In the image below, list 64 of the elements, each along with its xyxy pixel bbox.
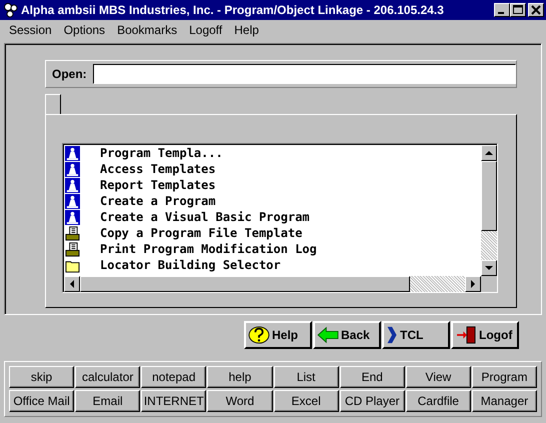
down-arrow-icon[interactable] [485,264,493,272]
list-item[interactable]: Create a Visual Basic Program [100,210,310,224]
minimize-button[interactable] [494,3,510,17]
question-icon [248,326,270,344]
chevron-icon [386,326,398,344]
maximize-icon [513,5,523,15]
list-item[interactable]: Copy a Program File Template [100,226,302,240]
shortcut-button[interactable]: Office Mail [9,390,74,412]
shortcut-button[interactable]: skip [9,366,74,388]
menu-item[interactable]: Session [4,23,57,37]
open-label: Open: [52,67,87,81]
shortcut-button[interactable]: Excel [274,390,339,412]
person-icon [65,210,80,224]
shortcut-button[interactable]: List [274,366,339,388]
person-icon [65,162,80,176]
shortcut-button[interactable]: INTERNET [141,390,206,412]
shortcut-button[interactable]: Manager [472,390,537,412]
open-field[interactable] [92,64,516,84]
menu-item[interactable]: Logoff [184,23,228,37]
app-icon [3,2,19,18]
shortcut-button[interactable]: notepad [141,366,206,388]
scroll-thumb[interactable] [481,161,497,231]
close-icon [531,5,541,15]
printer-icon [65,226,80,240]
printer-icon [65,242,80,256]
list-item[interactable]: Program Templa... [100,146,223,160]
back-button[interactable]: Back [313,321,381,349]
horizontal-scrollbar[interactable] [64,276,497,292]
tcl-button[interactable]: TCL [382,321,450,349]
shortcut-button[interactable]: calculator [75,366,140,388]
person-icon [65,194,80,208]
menu-item[interactable]: Options [58,23,110,37]
person-icon [65,146,80,160]
left-arrow-icon[interactable] [68,280,76,288]
tab[interactable] [45,94,61,114]
right-arrow-icon[interactable] [469,280,477,288]
shortcut-button[interactable]: Email [75,390,140,412]
up-arrow-icon[interactable] [485,149,493,157]
list-item[interactable]: Create a Program [100,194,216,208]
shortcut-button[interactable]: Program [472,366,537,388]
close-button[interactable] [528,3,544,17]
shortcut-button[interactable]: help [207,366,272,388]
menu-item[interactable]: Bookmarks [112,23,182,37]
person-icon [65,178,80,192]
window-title: Alpha ambsii MBS Industries, Inc. - Program/Object Linkage - 206.105.24.3 [21,3,445,17]
minimize-icon [498,12,504,14]
vertical-scrollbar[interactable] [481,145,497,276]
menu-item[interactable]: Help [229,23,264,37]
exit-door-icon [455,326,477,344]
back-arrow-icon [317,326,339,344]
scrollbar-corner [481,276,497,292]
shortcut-button[interactable]: CD Player [340,390,405,412]
logoff-button[interactable]: Logof [451,321,519,349]
list-item[interactable]: Locator Building Selector [100,258,281,272]
list-item[interactable]: Print Program Modification Log [100,242,317,256]
list-item[interactable]: Report Templates [100,178,216,192]
shortcut-button[interactable]: End [340,366,405,388]
list-item[interactable]: Access Templates [100,162,216,176]
maximize-button[interactable] [510,3,526,17]
scroll-thumb[interactable] [80,276,410,292]
shortcut-button[interactable]: Cardfile [406,390,471,412]
shortcut-button[interactable]: Word [207,390,272,412]
shortcut-button[interactable]: View [406,366,471,388]
help-button[interactable]: Help [244,321,312,349]
